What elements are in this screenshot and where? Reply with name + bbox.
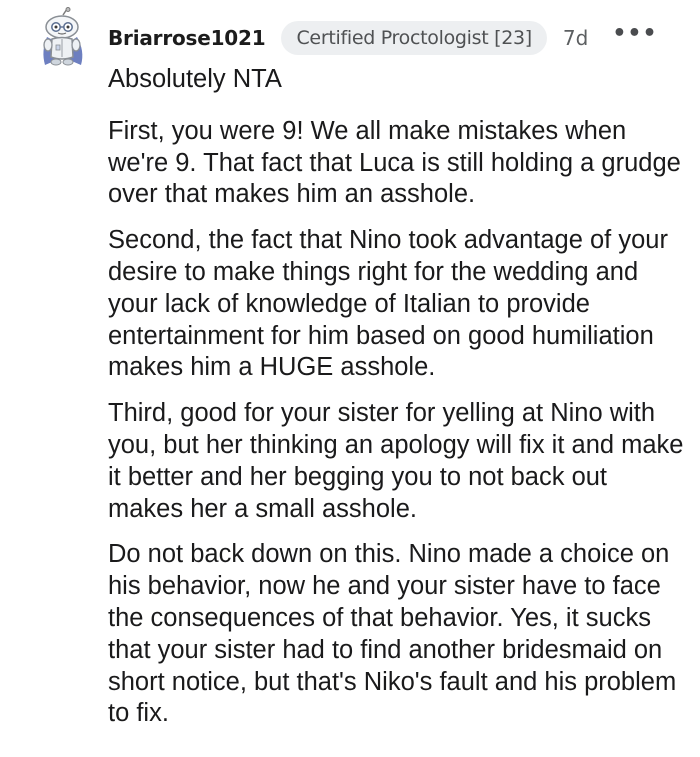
comment-timestamp[interactable]: 7d: [563, 26, 588, 50]
comment-body: Absolutely NTA First, you were 9! We all…: [108, 64, 688, 744]
user-avatar[interactable]: [33, 7, 91, 67]
snoo-avatar-icon: [43, 7, 83, 66]
comment-paragraph: Second, the fact that Nino took advantag…: [108, 226, 668, 382]
user-flair-badge: Certified Proctologist [23]: [281, 21, 547, 55]
comment-paragraph: Absolutely NTA: [108, 65, 282, 93]
comment-paragraph: Third, good for your sister for yelling …: [108, 399, 684, 523]
more-options-icon[interactable]: •••: [612, 23, 657, 45]
comment: Briarrose1021 Certified Proctologist [23…: [0, 0, 700, 757]
comment-paragraph: Do not back down on this. Nino made a ch…: [108, 540, 677, 728]
comment-header: Briarrose1021 Certified Proctologist [23…: [108, 21, 658, 55]
comment-paragraph: First, you were 9! We all make mistakes …: [108, 116, 681, 209]
username-link[interactable]: Briarrose1021: [108, 26, 266, 50]
